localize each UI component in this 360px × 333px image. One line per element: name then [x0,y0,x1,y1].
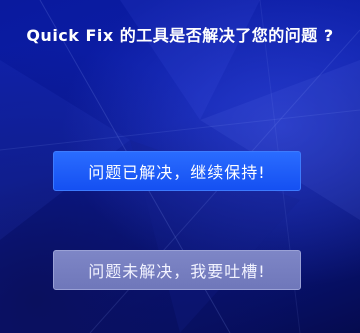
problem-unsolved-button[interactable]: 问题未解决，我要吐槽! [53,250,301,290]
question-title: Quick Fix 的工具是否解决了您的问题 ? [26,26,334,45]
problem-solved-button[interactable]: 问题已解决，继续保持! [53,151,301,191]
